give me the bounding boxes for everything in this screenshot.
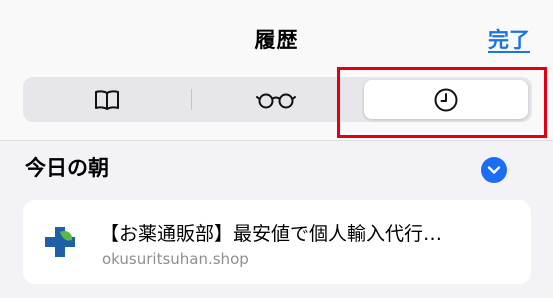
tab-bookmarks[interactable] [23,77,191,122]
section-title: 今日の朝 [25,156,109,180]
medical-cross-icon [45,227,75,257]
history-item-url: okusuritsuhan.shop [102,250,249,268]
history-item[interactable]: 【お薬通販部】最安値で個人輸入代行… okusuritsuhan.shop [23,200,531,284]
done-button[interactable]: 完了 [488,24,530,54]
segmented-control [23,77,532,122]
section-collapse-button[interactable] [481,157,507,183]
glasses-icon [256,93,296,108]
tab-history[interactable] [364,80,528,119]
book-icon [95,89,119,110]
page-title: 履歴 [254,28,299,52]
history-item-title: 【お薬通販部】最安値で個人輸入代行… [100,223,443,245]
chevron-down-icon [487,166,501,174]
tab-reading-list[interactable] [191,77,361,122]
clock-icon [434,88,458,111]
history-sheet-header: 履歴 完了 [0,0,553,141]
